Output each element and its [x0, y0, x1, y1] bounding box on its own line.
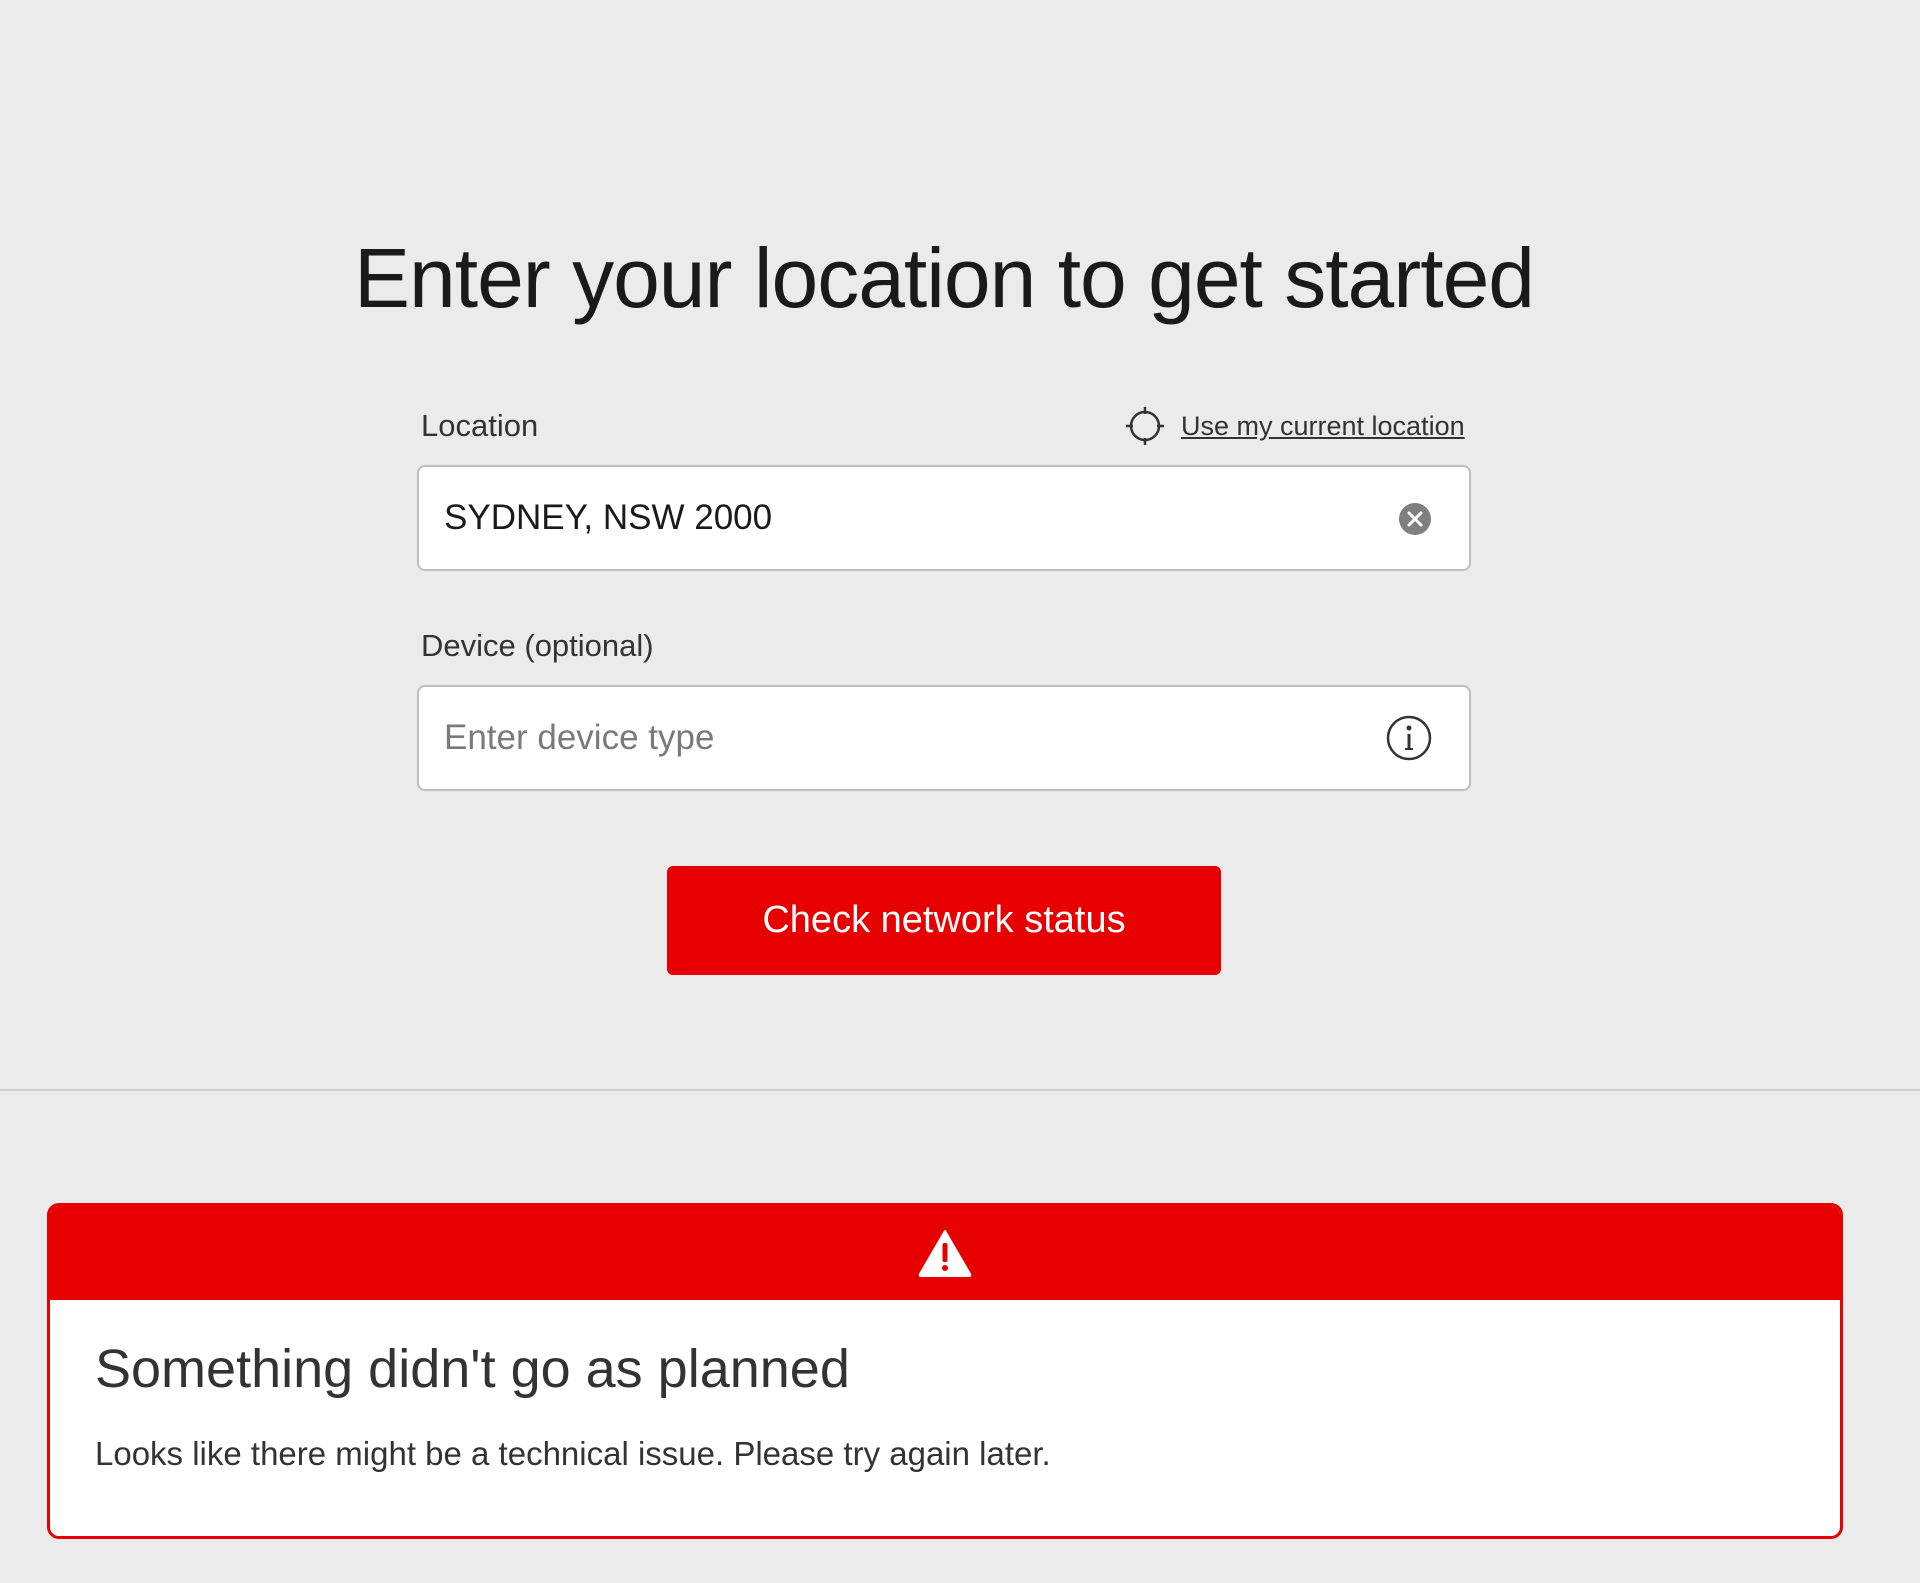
device-label: Device (optional) — [421, 628, 654, 663]
use-current-location-label[interactable]: Use my current location — [1181, 411, 1465, 442]
device-input[interactable] — [444, 687, 1384, 789]
use-current-location-link[interactable]: Use my current location — [1125, 406, 1465, 446]
page-title: Enter your location to get started — [353, 231, 1535, 325]
check-network-status-button[interactable]: Check network status — [667, 866, 1221, 975]
section-divider — [0, 1089, 1920, 1091]
error-alert: Something didn't go as planned Looks lik… — [47, 1203, 1843, 1539]
crosshair-icon — [1125, 406, 1165, 446]
warning-triangle-icon — [917, 1228, 973, 1278]
alert-header — [50, 1206, 1840, 1300]
clear-icon[interactable] — [1399, 503, 1431, 535]
location-input[interactable] — [444, 467, 1384, 569]
info-icon[interactable] — [1386, 715, 1432, 761]
location-input-box — [417, 465, 1471, 571]
device-input-box — [417, 685, 1471, 791]
alert-title: Something didn't go as planned — [95, 1339, 850, 1399]
alert-message: Looks like there might be a technical is… — [95, 1435, 1051, 1472]
location-label: Location — [421, 408, 539, 443]
